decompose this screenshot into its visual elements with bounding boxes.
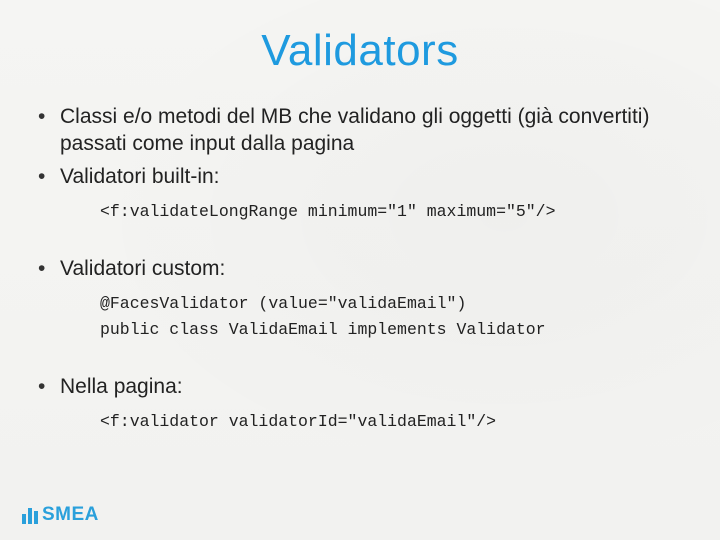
bullet-text: Validatori custom:: [60, 257, 225, 280]
bullet-text: Nella pagina:: [60, 375, 183, 398]
bullet-list: Validatori custom:: [38, 256, 682, 283]
bullet-list: Nella pagina:: [38, 374, 682, 401]
code-snippet: @FacesValidator (value="validaEmail") pu…: [100, 291, 682, 342]
bullet-list: Classi e/o metodi del MB che validano gl…: [38, 104, 682, 191]
bullet-text: Classi e/o metodi del MB che validano gl…: [60, 105, 649, 155]
footer-brand: SMEA: [42, 504, 99, 526]
slide: Validators Classi e/o metodi del MB che …: [0, 0, 720, 540]
footer-logo: SMEA: [22, 504, 99, 526]
logo-bars-icon: [22, 506, 38, 524]
bullet-item: Nella pagina:: [38, 374, 682, 401]
bullet-item: Classi e/o metodi del MB che validano gl…: [38, 104, 682, 158]
bullet-item: Validatori custom:: [38, 256, 682, 283]
bullet-item: Validatori built-in:: [38, 164, 682, 191]
code-snippet: <f:validateLongRange minimum="1" maximum…: [100, 199, 682, 225]
code-snippet: <f:validator validatorId="validaEmail"/>: [100, 409, 682, 435]
bullet-text: Validatori built-in:: [60, 165, 220, 188]
slide-title: Validators: [38, 26, 682, 76]
